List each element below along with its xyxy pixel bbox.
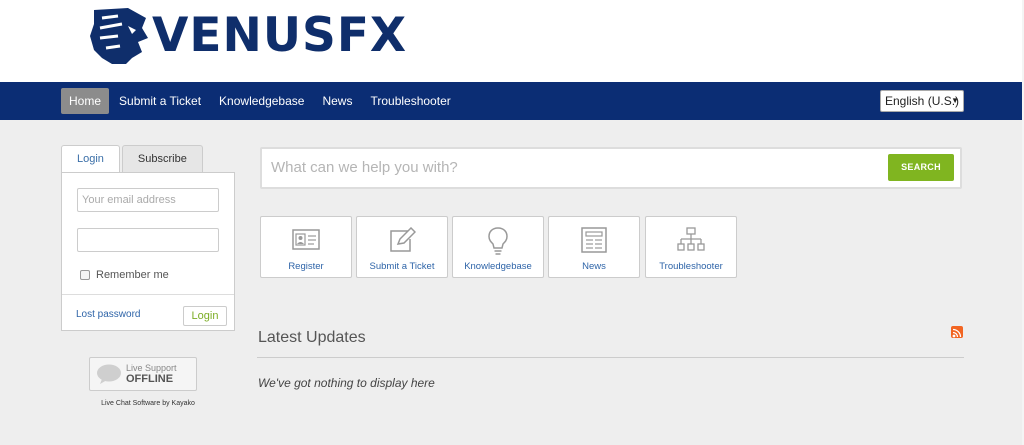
- language-select[interactable]: English (U.S.) ▼: [880, 90, 964, 112]
- caret-down-icon: ▼: [951, 96, 959, 105]
- remember-label: Remember me: [96, 269, 169, 281]
- tile-knowledgebase[interactable]: Knowledgebase: [452, 216, 544, 278]
- nav-news[interactable]: News: [314, 88, 360, 114]
- nav-submit-ticket[interactable]: Submit a Ticket: [111, 88, 209, 114]
- site-header: VENUSFX: [0, 0, 1024, 82]
- flowchart-icon: [677, 227, 705, 251]
- tile-troubleshooter[interactable]: Troubleshooter: [645, 216, 737, 278]
- tab-subscribe[interactable]: Subscribe: [121, 145, 203, 173]
- remember-me[interactable]: Remember me: [80, 269, 169, 281]
- tile-label: News: [582, 261, 606, 272]
- remember-checkbox[interactable]: [80, 270, 90, 280]
- search-button[interactable]: SEARCH: [888, 154, 954, 181]
- chat-bubble-icon: [97, 364, 121, 384]
- tile-news[interactable]: News: [548, 216, 640, 278]
- rss-icon[interactable]: [951, 326, 963, 338]
- tile-label: Register: [288, 261, 324, 272]
- lightbulb-icon: [488, 227, 508, 255]
- login-button[interactable]: Login: [183, 306, 227, 326]
- login-form: Your email address Remember me Lost pass…: [61, 172, 235, 331]
- logo-text: VENUSFX: [152, 8, 408, 63]
- tile-label: Knowledgebase: [464, 261, 532, 272]
- tile-label: Submit a Ticket: [369, 261, 435, 272]
- login-tabs: Login Subscribe: [61, 145, 205, 174]
- lost-password-link[interactable]: Lost password: [76, 309, 140, 320]
- tile-submit-ticket[interactable]: Submit a Ticket: [356, 216, 448, 278]
- empty-message: We've got nothing to display here: [258, 376, 435, 390]
- email-field[interactable]: Your email address: [77, 188, 219, 212]
- tab-login[interactable]: Login: [61, 145, 120, 174]
- language-value: English (U.S.): [885, 94, 960, 108]
- latest-updates-heading: Latest Updates: [258, 329, 366, 346]
- password-field[interactable]: [77, 228, 219, 252]
- live-support-badge[interactable]: Live Support OFFLINE: [89, 357, 197, 391]
- lion-head-icon: [90, 8, 148, 64]
- divider: [62, 294, 234, 295]
- tile-label: Troubleshooter: [659, 261, 723, 272]
- tile-register[interactable]: Register: [260, 216, 352, 278]
- nav-knowledgebase[interactable]: Knowledgebase: [211, 88, 312, 114]
- live-support-status: OFFLINE: [126, 373, 174, 385]
- search-input[interactable]: What can we help you with?: [271, 149, 458, 187]
- search-bar: What can we help you with? SEARCH: [260, 147, 962, 189]
- divider: [257, 357, 964, 358]
- nav-troubleshooter[interactable]: Troubleshooter: [362, 88, 458, 114]
- pencil-square-icon: [390, 227, 416, 252]
- id-card-icon: [292, 229, 320, 250]
- logo[interactable]: VENUSFX: [88, 4, 407, 68]
- powered-by[interactable]: Live Chat Software by Kayako: [61, 400, 235, 407]
- newspaper-icon: [581, 227, 607, 253]
- nav-home[interactable]: Home: [61, 88, 110, 114]
- main-nav: Home Submit a Ticket Knowledgebase News …: [0, 82, 1024, 120]
